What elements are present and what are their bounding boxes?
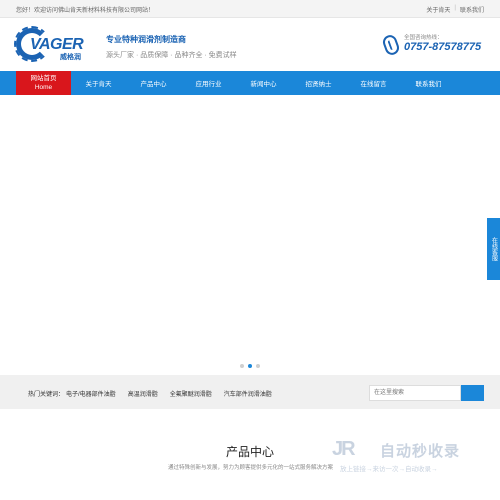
banner-slider[interactable] (0, 95, 500, 375)
slider-dot-active[interactable] (248, 364, 252, 368)
main-nav: 网站首页 Home 关于肯天 产品中心 应用行业 新闻中心 招贤纳士 在线留言 … (0, 71, 500, 95)
search-button[interactable] (461, 385, 484, 401)
top-link-separator: | (454, 5, 456, 11)
watermark-name: 自动秒收录 (380, 443, 461, 460)
nav-item-industries[interactable]: 应用行业 (181, 71, 236, 95)
nav-item-message[interactable]: 在线留言 (346, 71, 401, 95)
slogan-main: 专业特种润滑剂制造商 (106, 35, 186, 44)
products-subtitle: 通过特殊创新与发展，努力为顾客提供多元化的一站式服务解决方案 (168, 465, 333, 471)
nav-item-label: 网站首页 (30, 75, 57, 82)
nav-item-products[interactable]: 产品中心 (126, 71, 181, 95)
search-box (369, 385, 484, 401)
keyword-link[interactable]: 高温润滑脂 (128, 389, 158, 398)
nav-item-contact[interactable]: 联系我们 (401, 71, 456, 95)
slider-dot[interactable] (256, 364, 260, 368)
keyword-bar: 热门关键词： 电子/电器部件油脂 高温润滑脂 全氟聚醚润滑脂 汽车部件润滑油脂 (0, 375, 500, 409)
slider-dots (240, 364, 260, 368)
welcome-text: 您好！欢迎访问佛山肯天新材料科技有限公司网站！ (16, 8, 155, 14)
watermark-mark: JR (332, 438, 356, 460)
hot-keywords: 热门关键词： 电子/电器部件油脂 高温润滑脂 全氟聚醚润滑脂 汽车部件润滑油脂 (28, 389, 272, 398)
top-link-about[interactable]: 关于肯天 (426, 5, 450, 14)
nav-item-sub: Home (34, 84, 53, 91)
top-bar: 您好！欢迎访问佛山肯天新材料科技有限公司网站！ 关于肯天 | 联系我们 (0, 0, 500, 18)
hotline-number: 0757-87578775 (404, 41, 482, 53)
watermark: JR 自动秒收录 放上链接→来访一次→自动收录→ (332, 438, 492, 478)
keyword-link[interactable]: 电子/电器部件油脂 (66, 389, 116, 398)
nav-item-careers[interactable]: 招贤纳士 (291, 71, 346, 95)
slogan-sub: 源头厂家 · 品质保障 · 品种齐全 · 免费试样 (106, 52, 237, 59)
top-link-contact[interactable]: 联系我们 (460, 5, 484, 14)
slider-dot[interactable] (240, 364, 244, 368)
hot-keywords-label: 热门关键词： (28, 392, 65, 398)
nav-item-home[interactable]: 网站首页 Home (16, 71, 71, 95)
nav-item-news[interactable]: 新闻中心 (236, 71, 291, 95)
keyword-link[interactable]: 全氟聚醚润滑脂 (170, 389, 212, 398)
nav-item-about[interactable]: 关于肯天 (71, 71, 126, 95)
phone-icon (381, 33, 401, 57)
slogan: 专业特种润滑剂制造商 源头厂家 · 品质保障 · 品种齐全 · 免费试样 (106, 34, 237, 60)
top-links: 关于肯天 | 联系我们 (426, 5, 484, 14)
hotline-label: 全国咨询热线： (404, 35, 443, 41)
watermark-tagline: 放上链接→来访一次→自动收录→ (340, 466, 438, 473)
online-service-tab[interactable]: 在线客服 (487, 218, 500, 280)
logo-chinese-name: 威格润 (60, 54, 81, 61)
online-service-label: 在线客服 (490, 237, 497, 261)
hotline: 全国咨询热线： 0757-87578775 (381, 31, 484, 61)
site-header: VAGER 威格润 专业特种润滑剂制造商 源头厂家 · 品质保障 · 品种齐全 … (0, 18, 500, 70)
search-input[interactable] (369, 385, 461, 401)
site-logo[interactable]: VAGER 威格润 (14, 26, 96, 62)
keyword-link[interactable]: 汽车部件润滑油脂 (224, 389, 272, 398)
